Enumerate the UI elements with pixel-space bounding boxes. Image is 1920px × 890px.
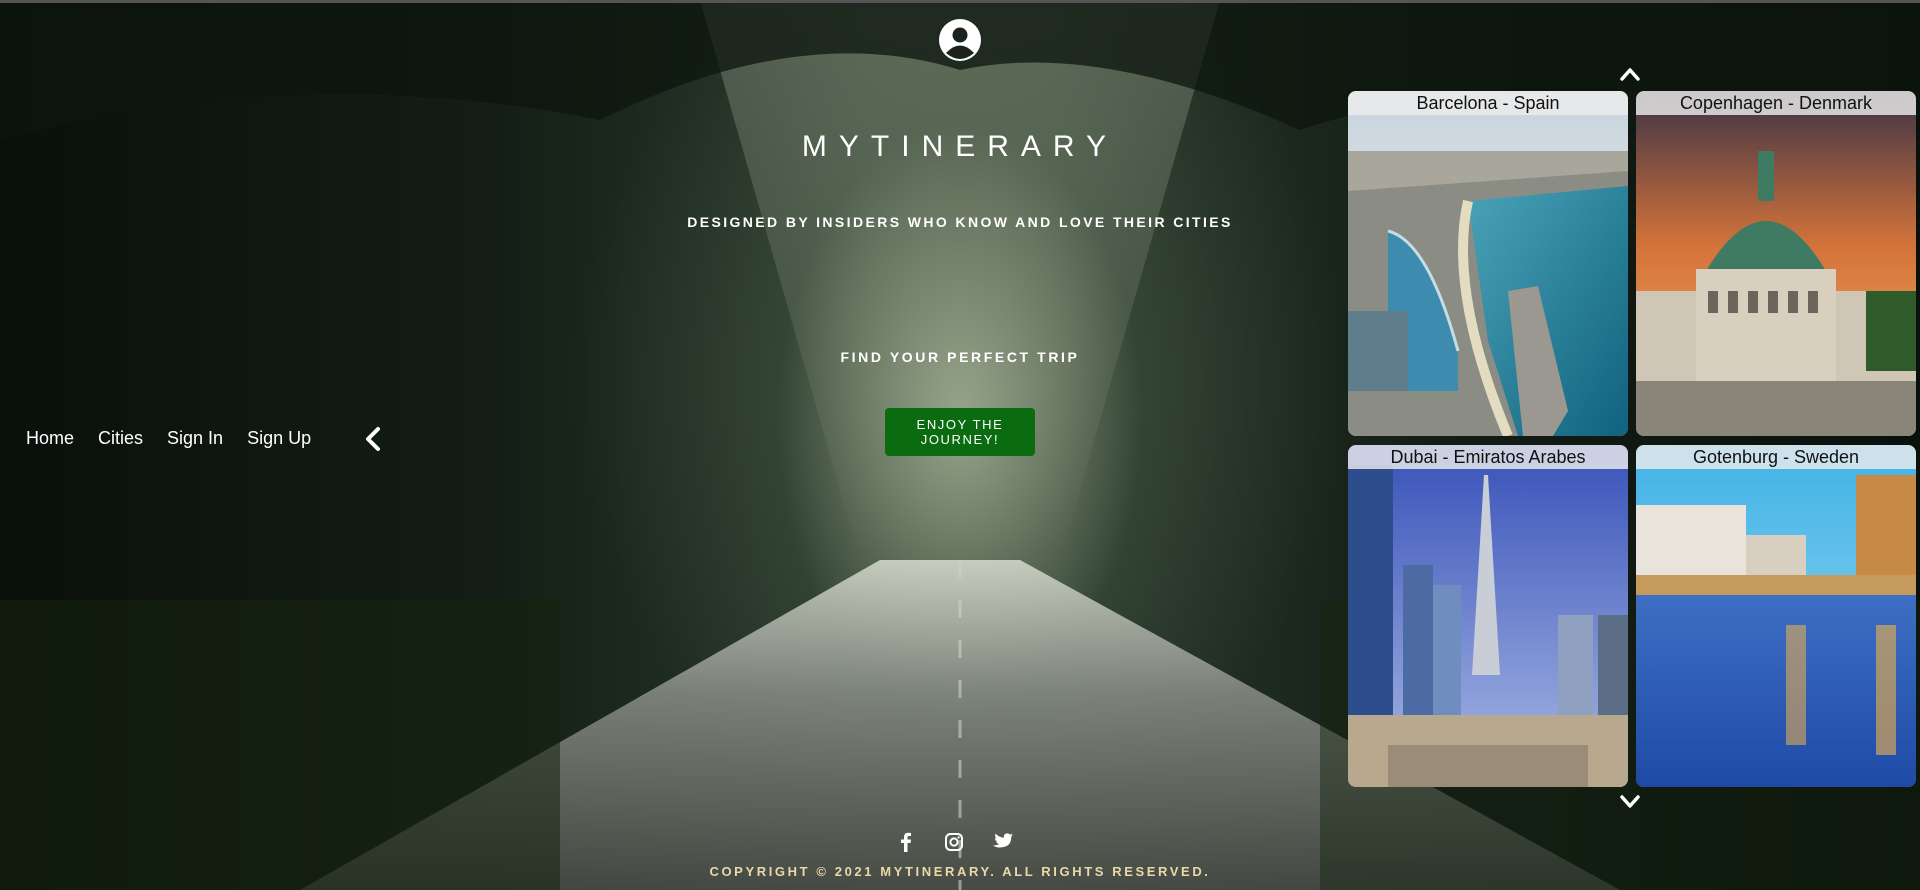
city-label-gotenburg: Gotenburg - Sweden	[1636, 445, 1916, 469]
city-label-barcelona: Barcelona - Spain	[1348, 91, 1628, 115]
top-border	[0, 0, 1920, 3]
city-label-dubai: Dubai - Emiratos Arabes	[1348, 445, 1628, 469]
city-card-gotenburg[interactable]: Gotenburg - Sweden	[1636, 445, 1916, 787]
twitter-icon[interactable]	[992, 832, 1014, 852]
site-title: MYTINERARY	[801, 130, 1119, 163]
instagram-icon[interactable]	[944, 832, 964, 852]
chevron-left-icon[interactable]	[362, 426, 384, 452]
nav-home-link[interactable]: Home	[26, 428, 74, 449]
city-card-barcelona[interactable]: Barcelona - Spain	[1348, 91, 1628, 436]
enjoy-journey-button[interactable]: ENJOY THE JOURNEY!	[885, 408, 1035, 456]
chevron-down-icon[interactable]	[1620, 794, 1640, 810]
social-links	[896, 832, 1014, 852]
copyright-text: COPYRIGHT © 2021 MYTINERARY. ALL RIGHTS …	[709, 864, 1211, 879]
nav-cities-link[interactable]: Cities	[98, 428, 143, 449]
city-card-copenhagen[interactable]: Copenhagen - Denmark	[1636, 91, 1916, 436]
nav-sign-up-link[interactable]: Sign Up	[247, 428, 311, 449]
facebook-icon[interactable]	[896, 832, 916, 852]
enjoy-journey-button-label: ENJOY THE JOURNEY!	[916, 417, 1004, 447]
main-nav: Home Cities Sign In Sign Up	[26, 428, 311, 449]
user-account-icon[interactable]	[938, 18, 982, 62]
chevron-up-icon[interactable]	[1620, 66, 1640, 82]
hero-headline: FIND YOUR PERFECT TRIP	[840, 349, 1080, 365]
site-tagline: DESIGNED BY INSIDERS WHO KNOW AND LOVE T…	[687, 214, 1233, 230]
nav-sign-in-link[interactable]: Sign In	[167, 428, 223, 449]
city-card-dubai[interactable]: Dubai - Emiratos Arabes	[1348, 445, 1628, 787]
city-label-copenhagen: Copenhagen - Denmark	[1636, 91, 1916, 115]
